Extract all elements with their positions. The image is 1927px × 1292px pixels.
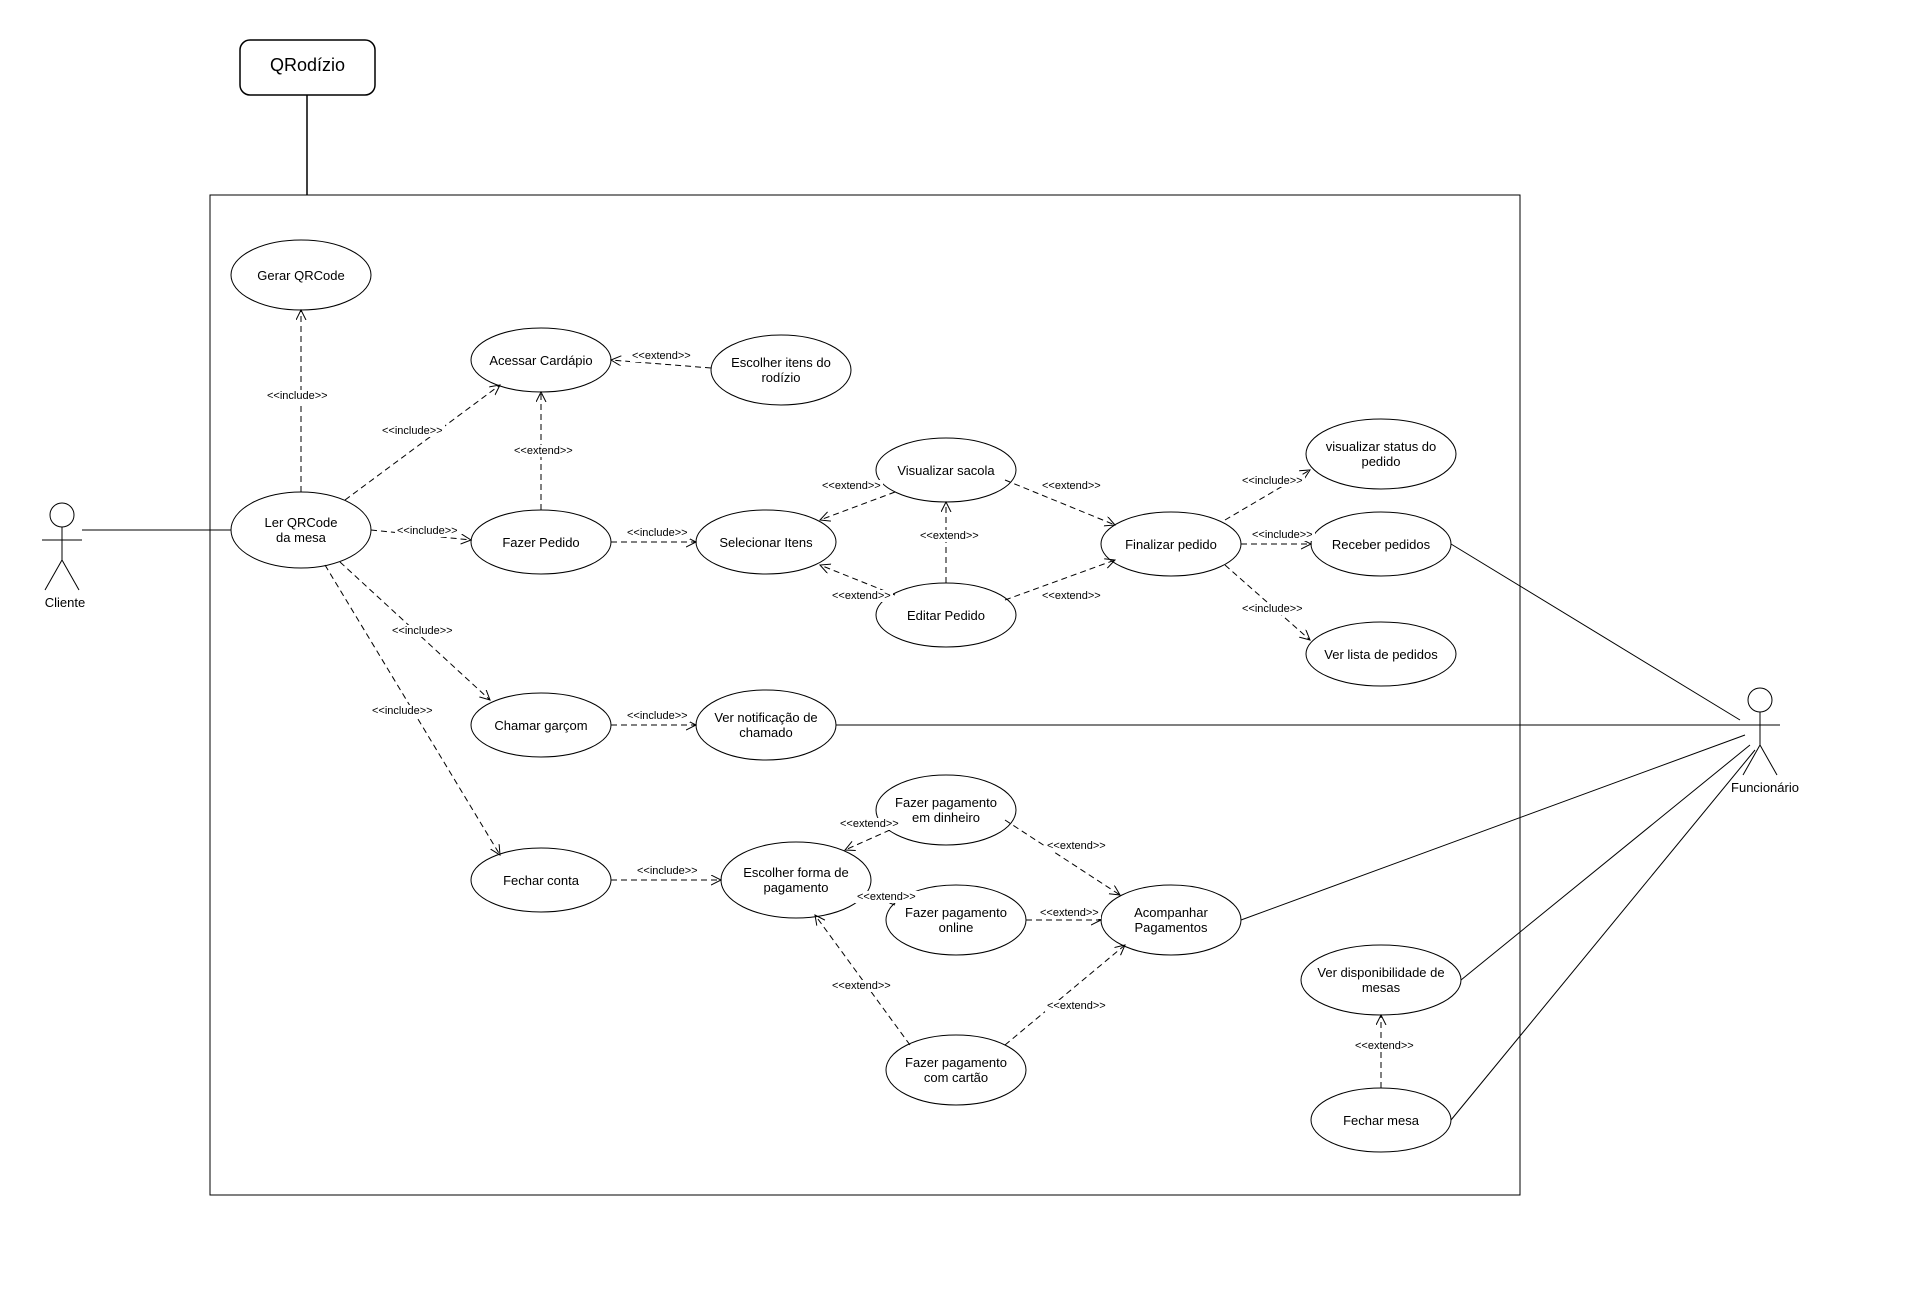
uc-ver-disponibilidade: [1301, 945, 1461, 1015]
rel-editar-finalizar: [1005, 560, 1115, 600]
actor-cliente-label: Cliente: [35, 595, 95, 610]
diagram-canvas: [0, 0, 1927, 1292]
assoc-func-receber: [1451, 544, 1740, 720]
rel-lerqr-fecharconta: [325, 565, 500, 855]
uc-fazer-pedido: [471, 510, 611, 574]
system-boundary: [210, 195, 1520, 1195]
actor-funcionario-label: Funcionário: [1720, 780, 1810, 795]
uc-fechar-conta: [471, 848, 611, 912]
rel-dinheiro-acomp: [1005, 820, 1120, 895]
rel-editar-selecionar: [820, 565, 895, 595]
uc-fechar-mesa: [1311, 1088, 1451, 1152]
uc-ver-lista-pedidos: [1306, 622, 1456, 686]
uc-pag-cartao: [886, 1035, 1026, 1105]
uc-editar-pedido: [876, 583, 1016, 647]
rel-finalizar-lista: [1225, 565, 1310, 640]
uc-selecionar-itens: [696, 510, 836, 574]
uc-acessar-cardapio: [471, 328, 611, 392]
rel-online-escolher: [868, 895, 895, 905]
uc-ler-qr: [231, 492, 371, 568]
uc-ver-notificacao: [696, 690, 836, 760]
assoc-func-disp: [1461, 745, 1750, 980]
uc-gerar-qr: [231, 240, 371, 310]
rel-sacola-selecionar: [820, 492, 895, 520]
rel-cartao-acomp: [1005, 945, 1125, 1045]
assoc-func-acomp: [1241, 735, 1745, 920]
assoc-func-fecharmesa: [1451, 750, 1755, 1120]
rel-sacola-finalizar: [1005, 480, 1115, 525]
rel-escolher-cardapio: [611, 360, 711, 368]
uc-chamar-garcom: [471, 693, 611, 757]
uc-pag-online: [886, 885, 1026, 955]
actor-funcionario: [1740, 688, 1780, 775]
uc-receber-pedidos: [1311, 512, 1451, 576]
rel-finalizar-status: [1225, 470, 1310, 520]
uc-finalizar-pedido: [1101, 512, 1241, 576]
actor-cliente: [42, 503, 82, 590]
rel-lerqr-pedido: [371, 530, 471, 540]
uc-pag-dinheiro: [876, 775, 1016, 845]
uc-visualizar-status: [1306, 419, 1456, 489]
rel-dinheiro-escolher: [845, 830, 890, 850]
uc-visualizar-sacola: [876, 438, 1016, 502]
uc-acompanhar-pag: [1101, 885, 1241, 955]
rel-lerqr-cardapio: [345, 385, 500, 500]
uc-escolher-itens: [711, 335, 851, 405]
rel-lerqr-garcom: [340, 562, 490, 700]
uc-escolher-forma-pag: [721, 842, 871, 918]
system-name: QRodízio: [240, 55, 375, 76]
